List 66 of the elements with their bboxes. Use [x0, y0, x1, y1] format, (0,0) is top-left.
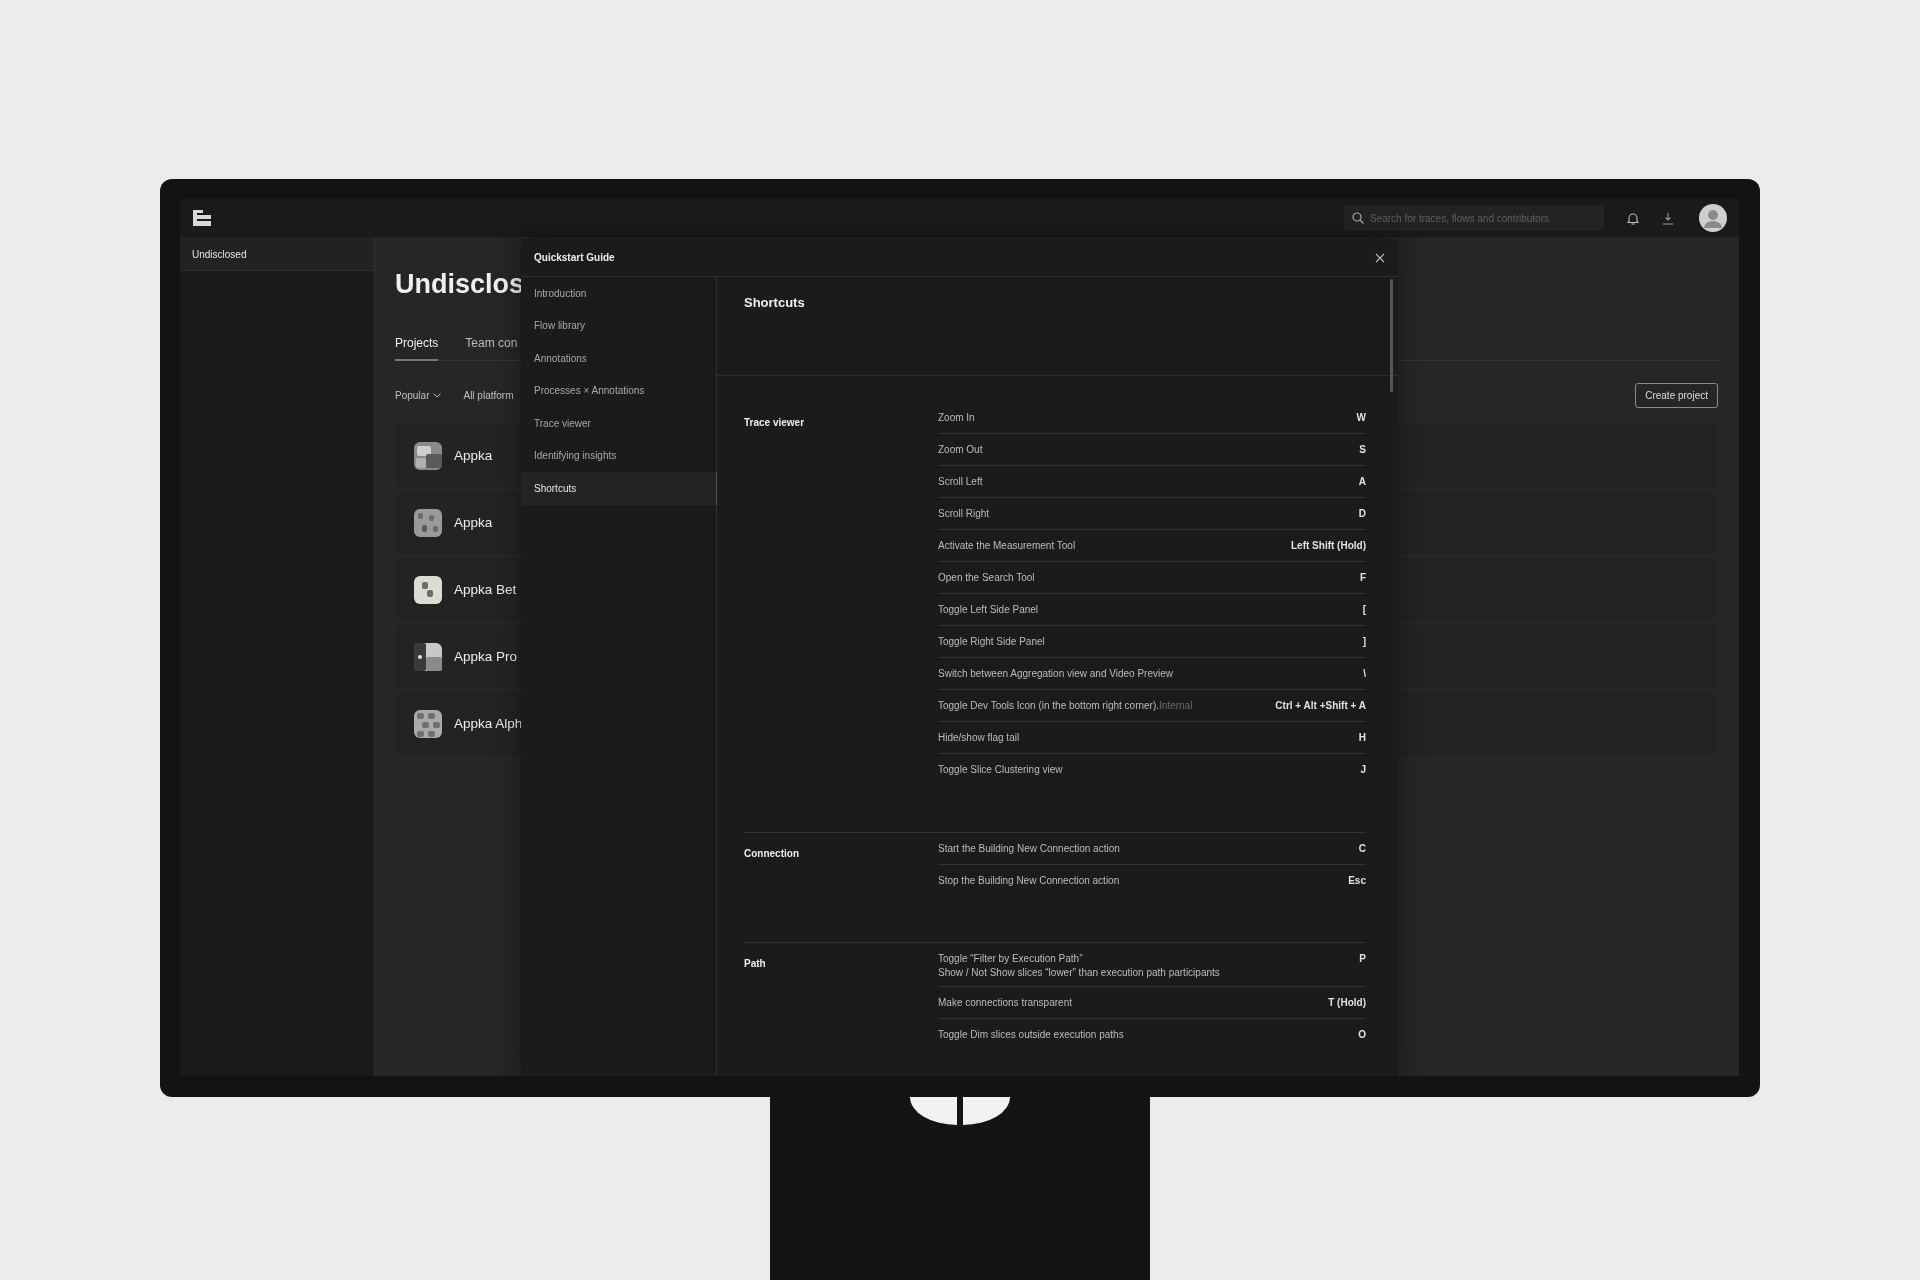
- download-icon[interactable]: [1662, 211, 1674, 225]
- filter-link[interactable]: All platform: [463, 389, 514, 401]
- shortcut-key: S: [1359, 444, 1366, 455]
- shortcut-key: Ctrl + Alt +Shift + A: [1275, 700, 1366, 711]
- shortcut-description: Toggle Dim slices outside execution paths: [938, 1029, 1124, 1040]
- shortcut-key: D: [1358, 508, 1366, 519]
- project-name: Appka Pro: [454, 649, 518, 664]
- guide-nav-item[interactable]: Processes × Annotations: [521, 374, 716, 407]
- shortcut-key: [: [1362, 604, 1366, 615]
- shortcut-key: Left Shift (Hold): [1291, 540, 1366, 551]
- project-name: Appka Alph: [454, 716, 523, 731]
- chevron-icon: [433, 392, 442, 398]
- shortcut-key: J: [1360, 764, 1366, 775]
- shortcut-description: Make connections transparent: [938, 997, 1072, 1008]
- shortcut-key: A: [1358, 476, 1366, 487]
- section-heading: Shortcuts: [744, 295, 805, 310]
- shortcut-description: Scroll Right: [938, 508, 990, 519]
- shortcut-description: Zoom In: [938, 412, 975, 423]
- shortcut-key: F: [1359, 572, 1366, 583]
- shortcut-key: ]: [1362, 636, 1366, 647]
- close-icon[interactable]: [1375, 252, 1385, 263]
- avatar[interactable]: [1699, 204, 1727, 232]
- shortcut-key: H: [1358, 732, 1366, 743]
- project-name: Appka: [454, 515, 493, 530]
- shortcut-key: C: [1358, 843, 1366, 854]
- shortcut-detail: Show / Not Show slices “lower” than execution path participants: [938, 967, 1220, 978]
- shortcut-description: Toggle “Filter by Execution Path”: [938, 953, 1084, 964]
- shortcut-key: P: [1359, 953, 1366, 964]
- guide-nav-item[interactable]: Annotations: [521, 342, 716, 375]
- search-icon: [1352, 212, 1364, 224]
- shortcut-description: Activate the Measurement Tool: [938, 540, 1076, 551]
- shortcut-key: T (Hold): [1328, 997, 1366, 1008]
- shortcut-description: Hide/show flag tail: [938, 732, 1020, 743]
- shortcut-description: Zoom Out: [938, 444, 983, 455]
- shortcut-description: Stop the Building New Connection action: [938, 875, 1120, 886]
- shortcut-description: Scroll Left: [938, 476, 983, 487]
- project-name: Appka Bet: [454, 582, 517, 597]
- section-label: Connection: [744, 848, 799, 859]
- sort-dropdown[interactable]: Popular: [395, 389, 442, 401]
- project-name: Appka: [454, 448, 493, 463]
- shortcut-description: Toggle Left Side Panel: [938, 604, 1039, 615]
- scrollbar[interactable]: [1390, 279, 1393, 392]
- shortcut-description: Open the Search Tool: [938, 572, 1035, 583]
- guide-nav-item[interactable]: Shortcuts: [521, 472, 717, 505]
- shortcut-description: Toggle Right Side Panel: [938, 636, 1045, 647]
- shortcut-description: Switch between Aggregation view and Video Preview: [938, 668, 1173, 679]
- bell-icon[interactable]: [1627, 211, 1639, 225]
- shortcut-key: O: [1358, 1029, 1366, 1040]
- tab[interactable]: Team con: [465, 336, 518, 361]
- section-label: Path: [744, 958, 766, 969]
- section-label: Trace viewer: [744, 417, 805, 428]
- guide-nav-item[interactable]: Trace viewer: [521, 407, 716, 440]
- logo-icon: [910, 1097, 1010, 1125]
- shortcut-description: Toggle Slice Clustering view: [938, 764, 1063, 775]
- shortcut-key: \: [1363, 668, 1366, 679]
- create-project-button[interactable]: Create project: [1635, 382, 1718, 408]
- tab[interactable]: Projects: [395, 336, 439, 361]
- shortcut-key: Esc: [1348, 875, 1366, 886]
- shortcut-key: W: [1356, 412, 1366, 423]
- shortcut-description: Toggle Dev Tools Icon (in the bottom right corner).Internal: [938, 700, 1193, 711]
- sidebar-item[interactable]: Undisclosed: [180, 238, 374, 271]
- dialog-title: Quickstart Guide: [534, 252, 615, 263]
- logo-icon: [193, 210, 211, 226]
- guide-nav-item[interactable]: Flow library: [521, 309, 716, 342]
- shortcut-description: Start the Building New Connection action: [938, 843, 1120, 854]
- guide-nav-item[interactable]: Identifying insights: [521, 439, 716, 472]
